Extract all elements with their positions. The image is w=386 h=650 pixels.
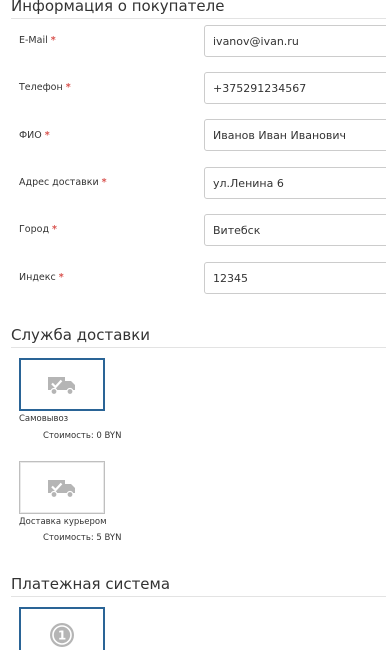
truck-check-icon [48, 479, 75, 498]
required-mark: * [52, 224, 57, 235]
fullname-field[interactable] [204, 119, 386, 151]
delivery-section-title: Служба доставки [11, 326, 386, 348]
delivery-option-pickup-cost: Стоимость: 0 BYN [43, 431, 122, 441]
city-field[interactable] [204, 214, 386, 246]
delivery-option-pickup-name: Самовывоз [19, 414, 69, 424]
required-mark: * [101, 177, 107, 188]
required-mark: * [44, 130, 50, 141]
delivery-option-courier-cost: Стоимость: 5 BYN [43, 533, 122, 543]
required-mark: * [58, 272, 64, 283]
fullname-label: ФИО * [19, 130, 50, 141]
delivery-option-courier-name: Доставка курьером [19, 517, 107, 527]
required-mark: * [50, 35, 56, 46]
delivery-option-pickup[interactable] [19, 358, 105, 411]
postcode-field[interactable] [204, 262, 386, 294]
city-label: Город * [19, 224, 57, 235]
delivery-option-courier[interactable] [19, 461, 105, 514]
address-field[interactable] [204, 167, 386, 199]
payment-section-title: Платежная система [11, 575, 386, 597]
email-label: E-Mail * [19, 35, 56, 46]
address-label: Адрес доставки * [19, 177, 107, 188]
truck-check-icon [48, 376, 75, 395]
coin-one-icon: 1 [50, 623, 74, 647]
payment-option-1[interactable]: 1 [19, 607, 105, 650]
phone-field[interactable] [204, 72, 386, 104]
buyer-info-title: Информация о покупателе [11, 0, 386, 19]
required-mark: * [65, 82, 71, 93]
coin-one-label: 1 [58, 629, 66, 643]
phone-label: Телефон * [19, 82, 71, 93]
postcode-label: Индекс * [19, 272, 64, 283]
email-field[interactable] [204, 25, 386, 57]
